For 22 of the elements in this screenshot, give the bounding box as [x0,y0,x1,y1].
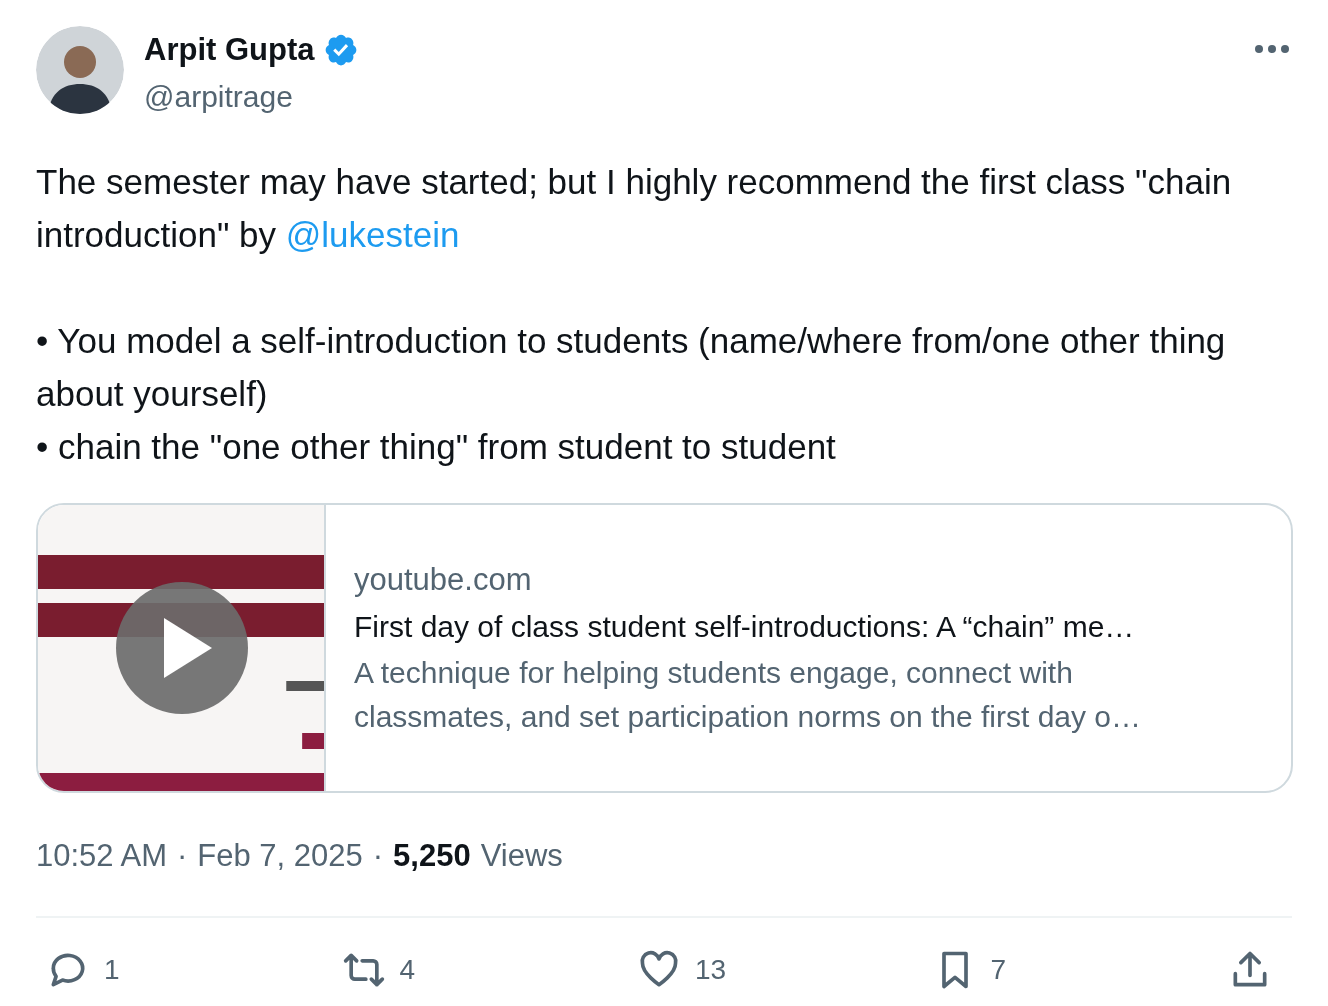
repost-count: 4 [399,952,416,987]
post-text: • chain the "one other thing" from student to student [36,426,837,468]
author-handle[interactable]: @arpitrage [144,74,359,119]
link-description: A technique for helping students engage, connect with classmates, and set participation norms on the first day o… [354,655,1143,735]
post-date[interactable]: Feb 7, 2025 [197,833,363,880]
link-title: First day of class student self-introductions: A “chain” me… [354,609,1136,645]
link-domain: youtube.com [354,561,533,599]
link-card[interactable]: youtube.com First day of class student self-introductions: A “chain” me… A technique for helping students engage, connect with classmates, and set participation norms on the first day o… [36,503,1293,793]
post-time[interactable]: 10:52 AM [36,833,167,880]
play-icon[interactable] [116,582,248,714]
author-name[interactable]: Arpit Gupta [144,26,315,74]
separator: · [372,837,384,875]
post-text: • You model a self-introduction to students (name/where from/one other thing about yourself) [36,320,1227,415]
post-text: The semester may have started; but I highly recommend the first class "chain introduction" by @lukestein [36,161,1233,256]
more-icon[interactable] [1254,44,1290,54]
avatar[interactable] [36,26,124,114]
like-count: 13 [695,952,727,987]
reply-count: 1 [104,952,120,987]
views-count: 5,250 [393,837,471,875]
separator: · [177,837,188,875]
bookmark-count: 7 [990,952,1007,987]
views-label: Views [480,837,563,875]
